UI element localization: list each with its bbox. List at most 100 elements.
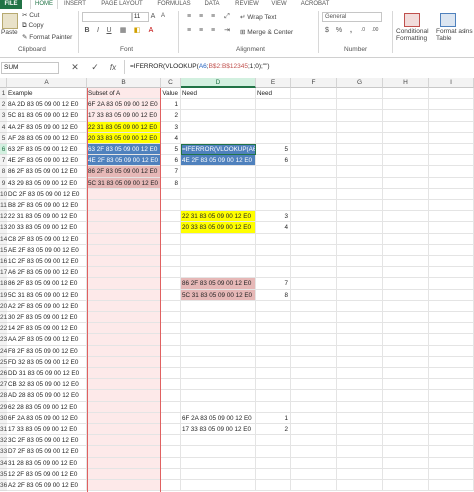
cell-e1[interactable]: Need: [256, 88, 291, 100]
cell-d8[interactable]: [181, 166, 256, 178]
cell-h21[interactable]: [383, 312, 429, 324]
borders-icon[interactable]: ▦: [118, 26, 128, 35]
cell-f13[interactable]: [291, 222, 337, 234]
cell-c33[interactable]: [161, 446, 181, 458]
tab-view[interactable]: VIEW: [268, 0, 290, 9]
cell-f32[interactable]: [291, 435, 337, 447]
cell-d35[interactable]: [181, 468, 256, 480]
cell-a18[interactable]: 86 2F 83 05 09 00 12 E0: [7, 278, 87, 290]
cell-f31[interactable]: [291, 424, 337, 436]
cell-i36[interactable]: [429, 480, 474, 492]
cell-g12[interactable]: [337, 211, 383, 223]
cell-a36[interactable]: A2 2F 83 05 09 00 12 E0: [7, 480, 87, 492]
row-header[interactable]: 15: [0, 244, 7, 256]
cell-i4[interactable]: [429, 121, 474, 133]
column-header-g[interactable]: G: [337, 78, 383, 88]
tab-formulas[interactable]: FORMULAS: [155, 0, 193, 9]
cell-b10[interactable]: [87, 188, 161, 200]
cell-e16[interactable]: [256, 256, 291, 268]
currency-button[interactable]: $: [322, 26, 332, 35]
row-header[interactable]: 29: [0, 401, 7, 413]
cell-b18[interactable]: [87, 278, 161, 290]
cell-c17[interactable]: [161, 267, 181, 279]
cell-g31[interactable]: [337, 424, 383, 436]
cell-b32[interactable]: [87, 435, 161, 447]
cell-f17[interactable]: [291, 267, 337, 279]
cell-a29[interactable]: 62 28 83 05 09 00 12 E0: [7, 401, 87, 413]
row-header[interactable]: 10: [0, 188, 7, 200]
cell-h31[interactable]: [383, 424, 429, 436]
cell-i12[interactable]: [429, 211, 474, 223]
cell-f29[interactable]: [291, 401, 337, 413]
cell-d27[interactable]: [181, 379, 256, 391]
cell-d6[interactable]: =IFERROR(VLOOKUP(A6: [181, 144, 256, 156]
cell-a19[interactable]: 5C 31 83 05 09 00 12 E0: [7, 289, 87, 301]
cell-i24[interactable]: [429, 345, 474, 357]
cell-d21[interactable]: [181, 312, 256, 324]
cell-i11[interactable]: [429, 200, 474, 212]
cell-c4[interactable]: 3: [161, 121, 181, 133]
cell-g17[interactable]: [337, 267, 383, 279]
cell-a13[interactable]: 20 33 83 05 09 00 12 E0: [7, 222, 87, 234]
cell-a5[interactable]: AF 28 83 05 09 00 12 E0: [7, 132, 87, 144]
cell-f22[interactable]: [291, 323, 337, 335]
cell-a30[interactable]: 6F 2A 83 05 09 00 12 E0: [7, 412, 87, 424]
cell-i27[interactable]: [429, 379, 474, 391]
row-header[interactable]: 9: [0, 177, 7, 189]
cell-c1[interactable]: Value: [161, 88, 181, 100]
cell-i17[interactable]: [429, 267, 474, 279]
cell-e12[interactable]: 3: [256, 211, 291, 223]
cell-d9[interactable]: [181, 177, 256, 189]
cell-h36[interactable]: [383, 480, 429, 492]
cell-e14[interactable]: [256, 233, 291, 245]
cell-e10[interactable]: [256, 188, 291, 200]
cell-h15[interactable]: [383, 244, 429, 256]
cell-f9[interactable]: [291, 177, 337, 189]
cell-g1[interactable]: [337, 88, 383, 100]
row-header[interactable]: 7: [0, 155, 7, 167]
cell-b19[interactable]: [87, 289, 161, 301]
cell-d18[interactable]: 86 2F 83 05 09 00 12 E0: [181, 278, 256, 290]
cell-f19[interactable]: [291, 289, 337, 301]
row-header[interactable]: 3: [0, 110, 7, 122]
decrease-font-icon[interactable]: A: [158, 12, 168, 21]
cell-i15[interactable]: [429, 244, 474, 256]
cell-g19[interactable]: [337, 289, 383, 301]
column-header-b[interactable]: B: [87, 78, 161, 88]
cell-f28[interactable]: [291, 390, 337, 402]
cell-e26[interactable]: [256, 368, 291, 380]
cell-h7[interactable]: [383, 155, 429, 167]
cell-i31[interactable]: [429, 424, 474, 436]
cell-c8[interactable]: 7: [161, 166, 181, 178]
cell-c10[interactable]: [161, 188, 181, 200]
cell-a3[interactable]: 5C 81 83 05 09 00 12 E0: [7, 110, 87, 122]
row-header[interactable]: 12: [0, 211, 7, 223]
cell-g5[interactable]: [337, 132, 383, 144]
cell-d31[interactable]: 17 33 83 05 09 00 12 E0: [181, 424, 256, 436]
cell-a4[interactable]: 4A 2F 83 05 09 00 12 E0: [7, 121, 87, 133]
cell-i23[interactable]: [429, 334, 474, 346]
tab-file[interactable]: FILE: [0, 0, 22, 9]
cell-b35[interactable]: [87, 468, 161, 480]
cell-c32[interactable]: [161, 435, 181, 447]
row-header[interactable]: 6: [0, 144, 7, 156]
cell-f30[interactable]: [291, 412, 337, 424]
cell-e11[interactable]: [256, 200, 291, 212]
cell-f7[interactable]: [291, 155, 337, 167]
cell-h18[interactable]: [383, 278, 429, 290]
cell-a9[interactable]: 43 29 83 05 09 00 12 E0: [7, 177, 87, 189]
cell-a10[interactable]: DC 2F 83 05 09 00 12 E0: [7, 188, 87, 200]
cell-i1[interactable]: [429, 88, 474, 100]
cell-i9[interactable]: [429, 177, 474, 189]
column-header-i[interactable]: I: [429, 78, 474, 88]
cell-b13[interactable]: [87, 222, 161, 234]
merge-center-button[interactable]: ⊞ Merge & Center: [240, 28, 293, 36]
cell-d29[interactable]: [181, 401, 256, 413]
cell-h24[interactable]: [383, 345, 429, 357]
conditional-formatting-icon[interactable]: [404, 13, 420, 27]
column-header-d[interactable]: D: [181, 78, 256, 88]
cell-h32[interactable]: [383, 435, 429, 447]
cell-g4[interactable]: [337, 121, 383, 133]
cell-g28[interactable]: [337, 390, 383, 402]
cell-h16[interactable]: [383, 256, 429, 268]
